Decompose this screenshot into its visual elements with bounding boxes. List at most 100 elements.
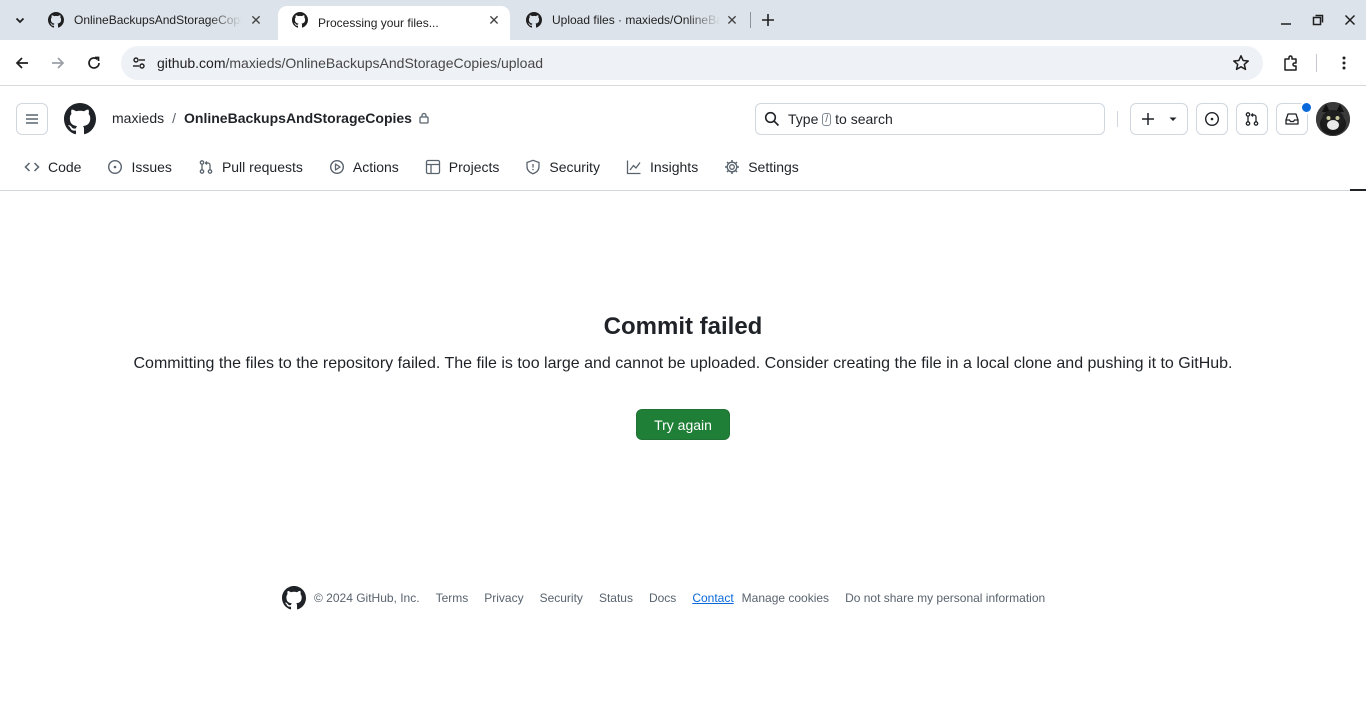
footer-link-docs[interactable]: Docs: [649, 591, 676, 605]
issues-button[interactable]: [1196, 103, 1228, 135]
forward-button[interactable]: [44, 49, 72, 77]
footer-link-privacy[interactable]: Privacy: [484, 591, 523, 605]
arrow-right-icon: [52, 57, 65, 69]
new-tab-button[interactable]: [756, 8, 780, 32]
footer-copyright: © 2024 GitHub, Inc.: [314, 591, 420, 605]
footer-link-manage-cookies[interactable]: Manage cookies: [742, 591, 829, 605]
footer: © 2024 GitHub, Inc. Terms Privacy Securi…: [282, 586, 1061, 610]
hamburger-menu-icon: [26, 114, 38, 124]
tab-pull-requests-label: Pull requests: [221, 159, 303, 175]
owner-link[interactable]: maxieds: [112, 110, 164, 126]
browser-tab-2-active[interactable]: Processing your files... ✕: [278, 6, 510, 40]
chevron-down-icon: [15, 17, 25, 24]
puzzle-icon: [1284, 55, 1297, 71]
browser-tab-strip: OnlineBackupsAndStorageCopies ✕ Processi…: [0, 0, 1366, 40]
tab-code[interactable]: Code: [16, 151, 89, 183]
browser-tab-3[interactable]: Upload files · maxieds/OnlineBackupsAndS…: [512, 0, 748, 40]
close-icon: [1344, 14, 1356, 26]
browser-tab-1[interactable]: OnlineBackupsAndStorageCopies ✕: [34, 0, 274, 40]
pull-requests-button[interactable]: [1236, 103, 1268, 135]
tab-security-label: Security: [549, 159, 600, 175]
git-pull-request-icon: [198, 159, 214, 175]
repo-nav: Code Issues Pull requests Actions Projec…: [16, 149, 817, 185]
error-message: Committing the files to the repository f…: [133, 355, 1233, 372]
footer-link-terms[interactable]: Terms: [436, 591, 469, 605]
restore-icon: [1312, 14, 1324, 26]
footer-link-contact[interactable]: Contact: [692, 591, 733, 605]
maximize-button[interactable]: [1304, 6, 1332, 34]
breadcrumb: maxieds / OnlineBackupsAndStorageCopies: [112, 110, 430, 126]
tab-issues-label: Issues: [131, 159, 172, 175]
minimize-icon: [1281, 23, 1291, 25]
tab-security[interactable]: Security: [517, 151, 608, 183]
back-button[interactable]: [8, 49, 36, 77]
extensions-button[interactable]: [1277, 49, 1305, 77]
close-window-button[interactable]: [1336, 6, 1364, 34]
open-global-nav-button[interactable]: [16, 103, 48, 135]
github-logo-icon[interactable]: [64, 103, 96, 135]
notification-indicator: [1300, 101, 1313, 114]
tab-settings[interactable]: Settings: [716, 151, 807, 183]
inbox-icon: [1285, 113, 1299, 125]
tab-projects-label: Projects: [448, 159, 500, 175]
shield-icon: [525, 159, 541, 175]
tab-title: Processing your files...: [318, 16, 439, 30]
bookmark-star-icon[interactable]: [1231, 53, 1251, 73]
reload-icon: [88, 56, 100, 69]
avatar[interactable]: [1316, 102, 1350, 136]
gear-icon: [724, 159, 740, 175]
search-input[interactable]: Type / to search: [755, 103, 1105, 135]
search-suffix: to search: [835, 111, 893, 127]
close-tab-icon[interactable]: ✕: [724, 12, 740, 28]
selected-tab-underline: [1350, 189, 1366, 191]
graph-icon: [626, 159, 642, 175]
close-tab-icon[interactable]: ✕: [248, 12, 264, 28]
github-favicon-icon: [526, 12, 542, 28]
play-icon: [329, 159, 345, 175]
toolbar-divider: [1316, 54, 1317, 72]
url-path: /maxieds/OnlineBackupsAndStorageCopies/u…: [225, 55, 544, 71]
github-footer-logo-icon[interactable]: [282, 586, 306, 610]
arrow-left-icon: [15, 57, 28, 69]
create-new-button[interactable]: [1130, 103, 1188, 135]
search-placeholder: Type / to search: [788, 111, 893, 127]
repo-link[interactable]: OnlineBackupsAndStorageCopies: [184, 110, 412, 126]
breadcrumb-separator: /: [172, 110, 177, 126]
table-icon: [425, 159, 441, 175]
plus-icon: [762, 14, 774, 26]
plus-icon: [1142, 113, 1154, 125]
tab-issues[interactable]: Issues: [99, 151, 179, 183]
tab-actions[interactable]: Actions: [321, 151, 407, 183]
try-again-button[interactable]: Try again: [636, 409, 730, 440]
close-tab-icon[interactable]: ✕: [486, 12, 502, 28]
site-info-icon[interactable]: [129, 53, 149, 73]
reload-button[interactable]: [80, 49, 108, 77]
tab-separator: [750, 12, 751, 28]
footer-link-status[interactable]: Status: [599, 591, 633, 605]
footer-link-security[interactable]: Security: [540, 591, 583, 605]
tab-insights[interactable]: Insights: [618, 151, 706, 183]
tab-pull-requests[interactable]: Pull requests: [190, 151, 311, 183]
tab-settings-label: Settings: [748, 159, 799, 175]
url-text: github.com/maxieds/OnlineBackupsAndStora…: [157, 55, 543, 71]
address-bar[interactable]: github.com/maxieds/OnlineBackupsAndStora…: [121, 46, 1263, 80]
footer-link-do-not-share[interactable]: Do not share my personal information: [845, 591, 1045, 605]
lock-icon: [418, 112, 430, 124]
issue-opened-icon: [107, 159, 123, 175]
github-header: maxieds / OnlineBackupsAndStorageCopies …: [0, 87, 1366, 191]
kebab-menu-icon: [1342, 56, 1346, 70]
tab-search-button[interactable]: [8, 8, 32, 32]
tab-title: OnlineBackupsAndStorageCopies: [74, 13, 242, 27]
browser-toolbar: github.com/maxieds/OnlineBackupsAndStora…: [0, 40, 1366, 86]
git-pull-request-icon: [1245, 112, 1259, 126]
browser-menu-button[interactable]: [1330, 49, 1358, 77]
url-host: github.com: [157, 55, 226, 71]
search-prefix: Type: [788, 111, 819, 127]
minimize-button[interactable]: [1272, 6, 1300, 34]
header-divider: [1117, 111, 1118, 127]
tab-insights-label: Insights: [649, 159, 699, 175]
tab-projects[interactable]: Projects: [417, 151, 508, 183]
page-title: Commit failed: [603, 313, 763, 340]
search-icon: [764, 111, 780, 127]
tab-code-label: Code: [48, 159, 82, 175]
